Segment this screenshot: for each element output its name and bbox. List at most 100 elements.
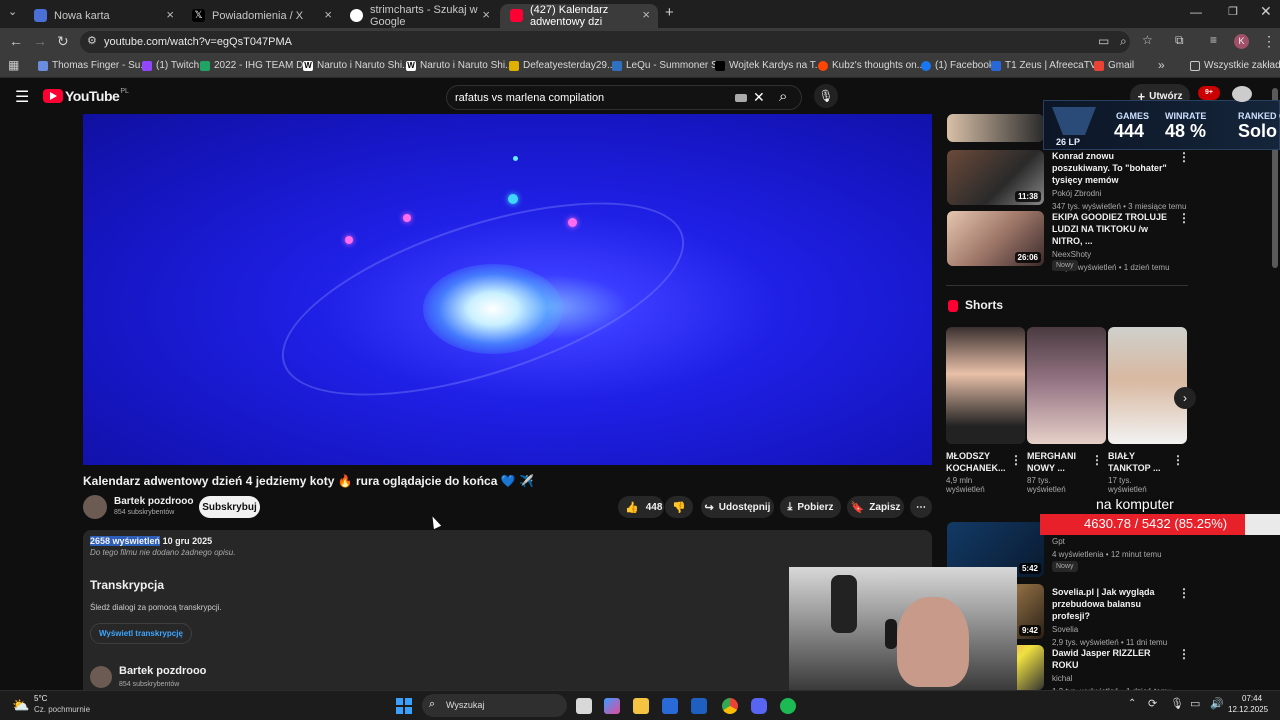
close-window-icon[interactable]: ✕ (1260, 3, 1272, 20)
video-options-icon[interactable]: ⋮ (1178, 150, 1190, 164)
bookmark-star-icon[interactable]: ☆ (1142, 33, 1153, 47)
clear-search-icon[interactable]: ✕ (753, 89, 765, 106)
site-info-icon[interactable]: ⚙ (87, 34, 97, 47)
hamburger-menu-icon[interactable]: ☰ (15, 87, 29, 107)
short-thumbnail[interactable] (1108, 327, 1187, 444)
tab-x-notifications[interactable]: 𝕏 Powiadomienia / X × (182, 4, 340, 28)
video-options-icon[interactable]: ⋮ (1178, 211, 1190, 225)
short-options-icon[interactable]: ⋮ (1091, 453, 1103, 467)
search-icon[interactable]: ⌕ (779, 88, 787, 105)
bookmark-item[interactable]: Gmail (1094, 60, 1134, 71)
channel-name[interactable]: Bartek pozdrooo (114, 496, 193, 507)
bookmark-item[interactable]: W Naruto i Naruto Shi... (303, 60, 410, 71)
tab-new-tab[interactable]: Nowa karta × (24, 4, 182, 28)
close-tab-icon[interactable]: × (324, 7, 332, 22)
weather-description[interactable]: Cz. pochmurnie (34, 705, 90, 714)
cast-icon[interactable]: ▭ (1098, 34, 1109, 48)
short-thumbnail[interactable] (1027, 327, 1106, 444)
profile-avatar[interactable]: K (1234, 34, 1249, 49)
bookmark-item[interactable]: Wojtek Kardys na T... (715, 60, 823, 71)
close-tab-icon[interactable]: × (482, 7, 490, 22)
taskbar-search[interactable]: ⌕ Wyszukaj (422, 694, 567, 717)
discord-icon[interactable] (751, 698, 767, 714)
bookmark-item[interactable]: T1 Zeus | AfreecaTV... (991, 60, 1104, 71)
reading-list-icon[interactable]: ≡ (1210, 33, 1217, 47)
zoom-icon[interactable]: ⌕ (1120, 34, 1127, 49)
bookmark-item[interactable]: (1) Facebook (921, 60, 994, 71)
display-icon[interactable]: ▭ (1190, 697, 1200, 710)
clock-time[interactable]: 07:44 (1242, 694, 1262, 703)
url-text[interactable]: youtube.com/watch?v=egQsT047PMA (104, 36, 292, 48)
short-info[interactable]: BIAŁY TANKTOP ... 17 tys. wyświetleń (1108, 450, 1170, 494)
sidebar-video-info[interactable]: Konrad znowu poszukiwany. To "bohater" t… (1052, 150, 1186, 211)
bookmark-item[interactable]: W Naruto i Naruto Shi... (406, 60, 513, 71)
tab-google-search[interactable]: strimcharts - Szukaj w Google × (340, 4, 498, 28)
video-thumbnail[interactable] (947, 114, 1044, 142)
short-options-icon[interactable]: ⋮ (1010, 453, 1022, 467)
task-view-icon[interactable] (576, 698, 592, 714)
maximize-icon[interactable]: ❐ (1228, 5, 1238, 18)
share-button[interactable]: ↪ Udostępnij (701, 496, 774, 518)
youtube-logo[interactable]: YouTube PL (43, 87, 129, 105)
voice-search-icon[interactable]: 🎙 (814, 84, 838, 108)
file-explorer-icon[interactable] (633, 698, 649, 714)
volume-icon[interactable]: 🔊 (1210, 697, 1224, 710)
chrome-icon[interactable] (722, 698, 738, 714)
extensions-icon[interactable]: ⧉ (1175, 33, 1184, 48)
weather-cloud-icon[interactable]: ⛅ (12, 697, 29, 714)
short-options-icon[interactable]: ⋮ (1172, 453, 1184, 467)
new-tab-icon[interactable]: + (665, 4, 674, 21)
video-thumbnail[interactable]: 11:38 (947, 150, 1044, 205)
all-bookmarks-folder[interactable]: Wszystkie zakładki (1190, 60, 1280, 71)
search-input[interactable]: rafatus vs marlena compilation (455, 92, 604, 104)
windows-start-icon[interactable] (396, 698, 412, 714)
keyboard-icon[interactable] (735, 94, 747, 102)
store-icon[interactable] (662, 698, 678, 714)
apps-grid-icon[interactable]: ▦ (8, 58, 19, 72)
tab-search-icon[interactable]: ⌄ (8, 5, 17, 18)
sync-icon[interactable]: ⟳ (1148, 697, 1157, 710)
copilot-icon[interactable] (604, 698, 620, 714)
sidebar-video-info[interactable]: Sovelia.pl | Jak wygląda przebudowa bala… (1052, 586, 1174, 647)
video-player[interactable] (83, 114, 932, 465)
sidebar-video-info[interactable]: Gpt 4 wyświetlenia • 12 minut temu (1052, 537, 1176, 559)
channel-avatar[interactable] (90, 666, 112, 688)
notification-count-badge[interactable]: 9+ (1198, 86, 1220, 100)
next-shorts-arrow-icon[interactable]: › (1174, 387, 1196, 409)
address-bar[interactable]: ⚙ youtube.com/watch?v=egQsT047PMA ▭ ⌕ ☆ (80, 31, 1153, 53)
sidebar-video-info[interactable]: Dawid Jasper RIZZLER ROKU kichal 1,2 tys… (1052, 647, 1176, 696)
dislike-button[interactable]: 👎 (665, 496, 693, 518)
short-thumbnail[interactable] (946, 327, 1025, 444)
footer-channel-name[interactable]: Bartek pozdrooo (119, 665, 206, 677)
photoshop-icon[interactable] (691, 698, 707, 714)
channel-avatar[interactable] (83, 495, 107, 519)
download-button[interactable]: ⤓ Pobierz (780, 496, 841, 518)
short-info[interactable]: MERGHANI NOWY ... 87 tys. wyświetleń (1027, 450, 1087, 494)
more-actions-button[interactable]: ⋯ (910, 496, 932, 518)
tray-overflow-icon[interactable]: ⌃ (1128, 698, 1136, 709)
back-icon[interactable]: ← (9, 33, 23, 49)
spotify-icon[interactable] (780, 698, 796, 714)
bookmark-item[interactable]: (1) Twitch (142, 60, 199, 71)
search-box[interactable]: rafatus vs marlena compilation ✕ ⌕ (446, 85, 802, 110)
bookmark-item[interactable]: Kubz's thoughts on... (818, 60, 925, 71)
short-info[interactable]: MŁODSZY KOCHANEK... 4,9 mln wyświetleń (946, 450, 1010, 494)
like-button[interactable]: 👍 448 (618, 496, 664, 518)
weather-temperature[interactable]: 5°C (34, 694, 47, 703)
forward-icon[interactable]: → (33, 33, 47, 49)
more-bookmarks-icon[interactable]: » (1158, 58, 1165, 72)
video-options-icon[interactable]: ⋮ (1178, 647, 1190, 661)
bookmark-item[interactable]: 2022 - IHG TEAM D... (200, 60, 312, 71)
save-button[interactable]: 🔖 Zapisz (847, 496, 904, 518)
minimize-icon[interactable]: — (1190, 5, 1202, 19)
clock-date[interactable]: 12.12.2025 (1228, 705, 1268, 714)
tab-youtube-active[interactable]: (427) Kalendarz adwentowy dzi × (500, 4, 658, 28)
show-transcript-button[interactable]: Wyświetl transkrypcję (90, 623, 192, 644)
video-thumbnail[interactable]: 26:06 (947, 211, 1044, 266)
close-tab-icon[interactable]: × (642, 7, 650, 22)
bookmark-item[interactable]: Defeatyesterday29... (509, 60, 615, 71)
bookmark-item[interactable]: Thomas Finger - Su... (38, 60, 149, 71)
menu-icon[interactable]: ⋮ (1262, 33, 1276, 50)
video-options-icon[interactable]: ⋮ (1178, 586, 1190, 600)
subscribe-button[interactable]: Subskrybuj (199, 496, 260, 518)
